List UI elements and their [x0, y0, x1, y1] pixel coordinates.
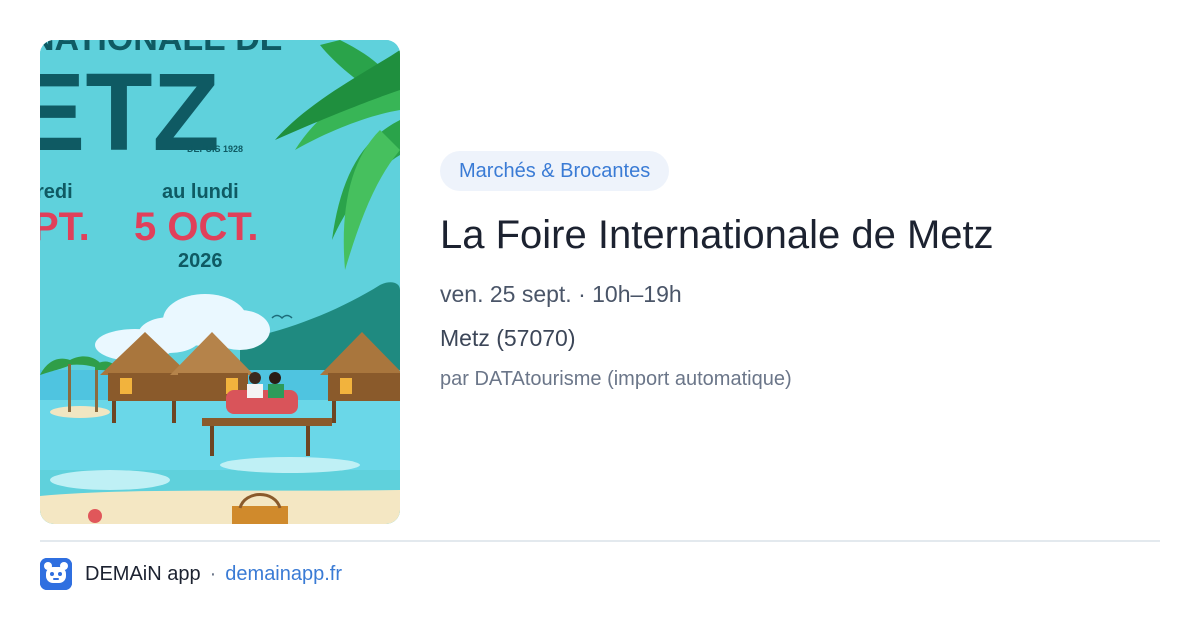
- poster-city: ETZ: [40, 51, 220, 174]
- site-link[interactable]: demainapp.fr: [225, 563, 342, 586]
- event-location: Metz (57070): [440, 325, 576, 351]
- event-source: par DATAtourisme (import automatique): [440, 368, 792, 390]
- footer-divider: [40, 540, 1160, 542]
- poster-to-day: au lundi: [162, 181, 239, 203]
- footer-separator: ·: [209, 562, 217, 585]
- footer: DEMAiN app · demainapp.fr: [40, 558, 342, 590]
- event-card[interactable]: NATIONALE DE ETZ DEPUIS 1928 redi au lun…: [40, 40, 1160, 540]
- app-logo-icon[interactable]: [40, 558, 72, 590]
- poster-from-date: PT.: [40, 205, 90, 249]
- event-poster[interactable]: NATIONALE DE ETZ DEPUIS 1928 redi au lun…: [40, 40, 400, 524]
- poster-from-day: redi: [40, 181, 73, 203]
- category-tag[interactable]: Marchés & Brocantes: [440, 151, 670, 191]
- event-datetime: ven. 25 sept. · 10h–19h: [440, 281, 682, 307]
- poster-to-date: 5 OCT.: [134, 205, 258, 249]
- poster-since: DEPUIS 1928: [187, 144, 243, 154]
- poster-year: 2026: [178, 250, 223, 272]
- event-info: Marchés & Brocantes La Foire Internation…: [440, 151, 1160, 392]
- poster-illustration: NATIONALE DE ETZ DEPUIS 1928 redi au lun…: [40, 40, 400, 524]
- app-name: DEMAiN app: [85, 562, 201, 585]
- event-title[interactable]: La Foire Internationale de Metz: [440, 210, 1160, 260]
